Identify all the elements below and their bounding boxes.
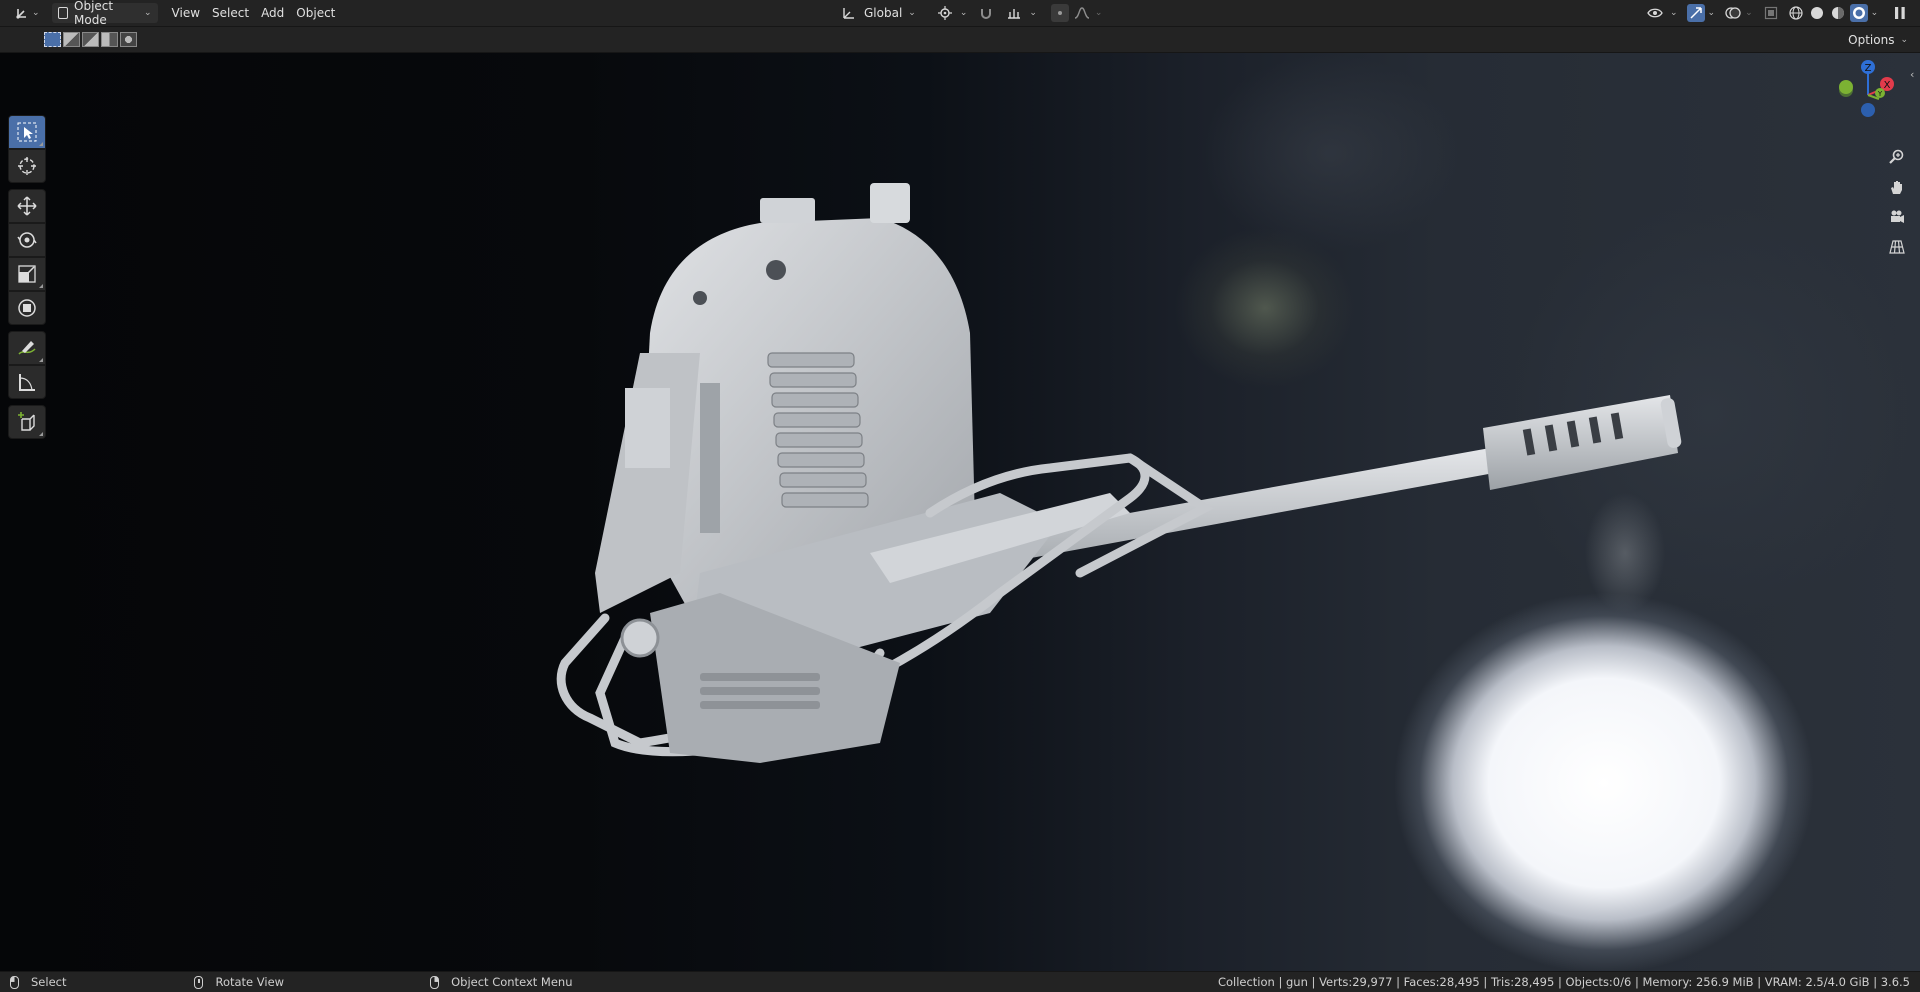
chevron-down-icon: ⌄ [959, 8, 968, 18]
select-intersect-icon[interactable] [120, 32, 137, 47]
tool-variants-indicator [39, 432, 43, 436]
chevron-down-icon: ⌄ [1670, 8, 1678, 18]
material-shading-icon[interactable] [1829, 4, 1847, 22]
menu-object[interactable]: Object [290, 3, 341, 23]
menu-add[interactable]: Add [255, 3, 290, 23]
gun-model[interactable] [0, 53, 1920, 971]
mode-label: Object Mode [74, 0, 114, 27]
mouse-middle-icon [194, 975, 204, 989]
snap-icon[interactable] [977, 4, 995, 22]
pan-hand-icon[interactable] [1885, 175, 1909, 199]
eye-icon [1646, 4, 1664, 22]
gizmo-x-label: X [1884, 80, 1891, 91]
select-mode-group [44, 32, 139, 47]
transform-icon [18, 299, 36, 317]
tool-variants-indicator [39, 142, 43, 146]
chevron-down-icon[interactable]: ⌄ [1708, 8, 1716, 18]
rendered-shading-icon[interactable] [1849, 4, 1868, 22]
object-mode-icon [57, 7, 69, 19]
chevron-down-icon[interactable]: ⌄ [1871, 8, 1879, 18]
transform-tool[interactable] [8, 291, 46, 325]
chevron-down-icon[interactable]: ⌄ [1095, 8, 1103, 18]
snap-target-dropdown[interactable]: ⌄ [999, 3, 1043, 23]
select-new-icon[interactable] [44, 32, 61, 47]
perspective-grid-icon[interactable] [1885, 235, 1909, 259]
add-cube-tool[interactable] [8, 405, 46, 439]
menu-select[interactable]: Select [206, 3, 255, 23]
gizmo-toggle-icon[interactable] [1686, 4, 1705, 22]
viewport-header: ⌄ Object Mode ⌄ View Select Add Object G… [0, 0, 1920, 27]
proportional-editing-icon[interactable] [1050, 4, 1069, 22]
scene-statistics: Collection | gun | Verts:29,977 | Faces:… [1217, 975, 1910, 989]
select-invert-icon[interactable] [101, 32, 118, 47]
scale-icon [18, 265, 36, 283]
chevron-down-icon: ⌄ [1029, 8, 1037, 18]
gizmo-z-label: Z [1865, 63, 1872, 74]
xray-icon[interactable] [1762, 4, 1780, 22]
pivot-dropdown[interactable]: ⌄ [930, 3, 974, 23]
chevron-down-icon: ⌄ [908, 8, 916, 18]
overlays-icon[interactable] [1724, 4, 1742, 22]
zoom-icon[interactable] [1885, 145, 1909, 169]
editor-type-dropdown[interactable]: ⌄ [8, 3, 46, 23]
orientation-label: Global [864, 6, 903, 20]
tool-settings-header: Options ⌄ [0, 27, 1920, 53]
wireframe-shading-icon[interactable] [1787, 4, 1805, 22]
pivot-point-icon [936, 4, 954, 22]
3d-viewport[interactable]: Z X Y ‹ [0, 53, 1920, 971]
tool-variants-indicator [39, 358, 43, 362]
tool-variants-indicator [39, 284, 43, 288]
status-bar: Select Rotate View Object Context Menu C… [0, 971, 1920, 992]
annotate-icon [18, 341, 36, 355]
rotate-icon [17, 232, 37, 248]
annotate-tool[interactable] [8, 331, 46, 365]
select-extend-icon[interactable] [63, 32, 80, 47]
gizmo-y-negative-inner [1839, 80, 1853, 94]
rotate-tool[interactable] [8, 223, 46, 257]
visibility-dropdown[interactable]: ⌄ [1640, 3, 1684, 23]
chevron-down-icon: ⌄ [144, 8, 152, 18]
status-select-label: Select [31, 975, 67, 989]
camera-icon[interactable] [1885, 205, 1909, 229]
gizmo-y-label: Y [1877, 90, 1883, 98]
tool-shelf [8, 115, 48, 439]
chevron-down-icon: ⌄ [32, 8, 40, 18]
status-rotate-label: Rotate View [215, 975, 285, 989]
scale-tool[interactable] [8, 257, 46, 291]
select-box-tool[interactable] [8, 115, 46, 149]
solid-shading-icon[interactable] [1808, 4, 1826, 22]
mode-dropdown[interactable]: Object Mode ⌄ [51, 0, 158, 27]
orientation-icon [840, 4, 858, 22]
sidebar-toggle-icon[interactable]: ‹ [1910, 68, 1914, 81]
orientation-dropdown[interactable]: Global ⌄ [834, 3, 922, 23]
status-context-label: Object Context Menu [451, 975, 573, 989]
chevron-down-icon: ⌄ [1900, 35, 1908, 45]
measure-icon [19, 374, 35, 391]
options-dropdown[interactable]: Options ⌄ [1842, 30, 1914, 50]
move-tool[interactable] [8, 189, 46, 223]
navigation-gizmo[interactable]: Z X Y [1830, 53, 1920, 143]
mouse-right-icon [430, 975, 440, 989]
menu-view[interactable]: View [166, 3, 206, 23]
measure-tool[interactable] [8, 365, 46, 399]
cursor-tool[interactable] [8, 149, 46, 183]
3d-viewport-icon [14, 4, 32, 22]
snap-increment-icon [1005, 4, 1023, 22]
chevron-down-icon[interactable]: ⌄ [1745, 8, 1753, 18]
receiver [595, 183, 1130, 673]
select-subtract-icon[interactable] [82, 32, 99, 47]
move-icon [17, 196, 37, 216]
gizmo-z-negative[interactable] [1861, 103, 1875, 117]
options-label: Options [1848, 33, 1895, 47]
select-box-icon [17, 122, 37, 142]
add-cube-icon [18, 412, 35, 431]
falloff-icon[interactable] [1073, 4, 1091, 22]
mouse-left-icon [10, 975, 19, 989]
cursor-icon [18, 157, 36, 175]
pause-icon[interactable] [1891, 4, 1909, 22]
